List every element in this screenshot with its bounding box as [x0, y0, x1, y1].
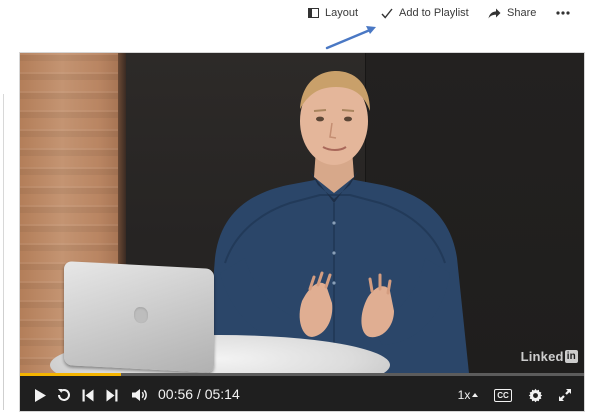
- video-toolbar: Layout Add to Playlist Share: [0, 0, 600, 28]
- total-duration: 05:14: [204, 386, 240, 402]
- playback-speed-button[interactable]: 1x: [455, 385, 481, 405]
- skip-previous-button[interactable]: [80, 385, 96, 405]
- layout-icon: [308, 8, 319, 18]
- more-options-button[interactable]: [556, 4, 570, 22]
- play-icon: [34, 388, 47, 403]
- fullscreen-button[interactable]: [557, 385, 573, 405]
- page-edge-divider: [0, 94, 4, 334]
- video-player[interactable]: Linked in 00:56 / 05:14 1x CC: [19, 52, 585, 412]
- player-controls: 00:56 / 05:14 1x CC: [20, 376, 584, 411]
- skip-next-icon: [106, 389, 118, 402]
- replay-icon: [56, 387, 72, 403]
- add-to-playlist-button[interactable]: Add to Playlist: [381, 4, 469, 22]
- share-button[interactable]: Share: [488, 4, 536, 22]
- speed-label: 1x: [457, 388, 471, 402]
- settings-button[interactable]: [526, 385, 544, 405]
- cc-icon: CC: [494, 388, 512, 402]
- time-separator: /: [193, 386, 205, 402]
- volume-button[interactable]: [129, 385, 149, 405]
- layout-button[interactable]: Layout: [308, 4, 358, 22]
- more-horizontal-icon: [556, 11, 570, 15]
- closed-captions-button[interactable]: CC: [492, 385, 514, 405]
- share-label: Share: [507, 7, 537, 19]
- gear-icon: [528, 388, 543, 403]
- watermark-text: Linked: [520, 349, 564, 364]
- page-edge-divider-lower: [0, 300, 4, 410]
- replay-button[interactable]: [55, 385, 73, 405]
- play-button[interactable]: [32, 385, 48, 405]
- layout-label: Layout: [325, 7, 359, 19]
- current-time: 00:56: [158, 386, 194, 402]
- skip-previous-icon: [82, 389, 94, 402]
- watermark-in-badge: in: [564, 350, 578, 363]
- playback-time: 00:56 / 05:14: [158, 386, 240, 402]
- skip-next-button[interactable]: [104, 385, 120, 405]
- caret-up-icon: [472, 393, 479, 397]
- laptop: [64, 261, 214, 373]
- linkedin-watermark: Linked in: [521, 349, 578, 364]
- share-arrow-icon: [488, 8, 501, 19]
- fullscreen-icon: [558, 388, 572, 402]
- volume-icon: [131, 388, 148, 402]
- video-frame[interactable]: Linked in: [20, 53, 584, 373]
- laptop-logo: [134, 306, 148, 324]
- checkmark-icon: [381, 8, 393, 19]
- add-to-playlist-label: Add to Playlist: [399, 7, 469, 19]
